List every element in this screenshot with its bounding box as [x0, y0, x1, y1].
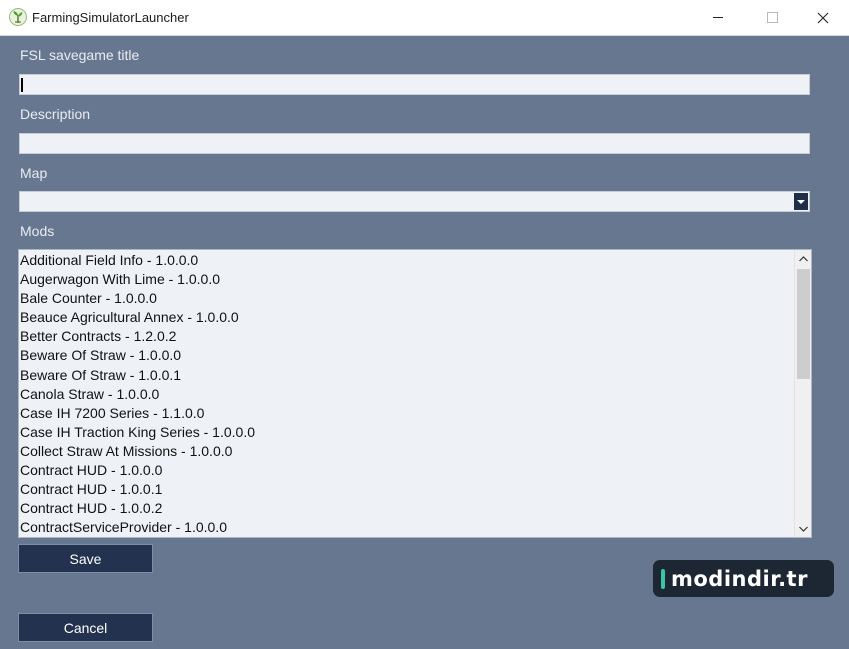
list-item[interactable]: Contract HUD - 1.0.0.0 — [20, 461, 793, 480]
scroll-down-icon[interactable] — [795, 520, 811, 537]
launcher-form: FSL savegame title Description Map Mods … — [0, 36, 849, 649]
list-item[interactable]: Canola Straw - 1.0.0.0 — [20, 385, 793, 404]
close-icon[interactable] — [800, 0, 846, 35]
watermark-text: modindir.tr — [671, 566, 808, 591]
list-item[interactable]: Additional Field Info - 1.0.0.0 — [20, 251, 793, 270]
list-item[interactable]: Contract HUD - 1.0.0.2 — [20, 499, 793, 518]
map-select[interactable] — [19, 191, 810, 212]
title-bar: FarmingSimulatorLauncher — [0, 0, 849, 36]
savegame-title-input[interactable] — [19, 74, 810, 95]
description-input[interactable] — [19, 133, 810, 154]
scrollbar-thumb[interactable] — [797, 269, 810, 379]
watermark-accent-bar — [661, 568, 665, 589]
text-caret — [21, 78, 23, 92]
list-item[interactable]: Better Contracts - 1.2.0.2 — [20, 327, 793, 346]
mods-label: Mods — [20, 223, 55, 239]
savegame-title-label: FSL savegame title — [20, 47, 140, 63]
map-label: Map — [20, 165, 48, 181]
farming-simulator-logo-icon — [9, 8, 27, 26]
list-item[interactable]: Collect Straw At Missions - 1.0.0.0 — [20, 442, 793, 461]
list-item[interactable]: Beauce Agricultural Annex - 1.0.0.0 — [20, 308, 793, 327]
cancel-button[interactable]: Cancel — [18, 613, 153, 642]
description-label: Description — [20, 106, 91, 122]
mods-list[interactable]: Additional Field Info - 1.0.0.0 Augerwag… — [18, 249, 812, 538]
list-item[interactable]: Beware Of Straw - 1.0.0.0 — [20, 346, 793, 365]
save-button[interactable]: Save — [18, 544, 153, 573]
scroll-up-icon[interactable] — [795, 250, 811, 267]
mods-scrollbar[interactable] — [794, 250, 811, 537]
list-item[interactable]: Case IH 7200 Series - 1.1.0.0 — [20, 404, 793, 423]
chevron-down-icon[interactable] — [794, 193, 808, 210]
list-item[interactable]: Contract HUD - 1.0.0.1 — [20, 480, 793, 499]
list-item[interactable]: ContractServiceProvider - 1.0.0.0 — [20, 518, 793, 537]
window-title: FarmingSimulatorLauncher — [32, 10, 189, 25]
maximize-icon[interactable] — [749, 0, 795, 35]
list-item[interactable]: Case IH Traction King Series - 1.0.0.0 — [20, 423, 793, 442]
watermark-badge: modindir.tr — [653, 560, 834, 597]
minimize-icon[interactable] — [695, 0, 741, 35]
list-item[interactable]: Bale Counter - 1.0.0.0 — [20, 289, 793, 308]
mods-list-items: Additional Field Info - 1.0.0.0 Augerwag… — [20, 251, 793, 537]
list-item[interactable]: Beware Of Straw - 1.0.0.1 — [20, 366, 793, 385]
list-item[interactable]: Augerwagon With Lime - 1.0.0.0 — [20, 270, 793, 289]
